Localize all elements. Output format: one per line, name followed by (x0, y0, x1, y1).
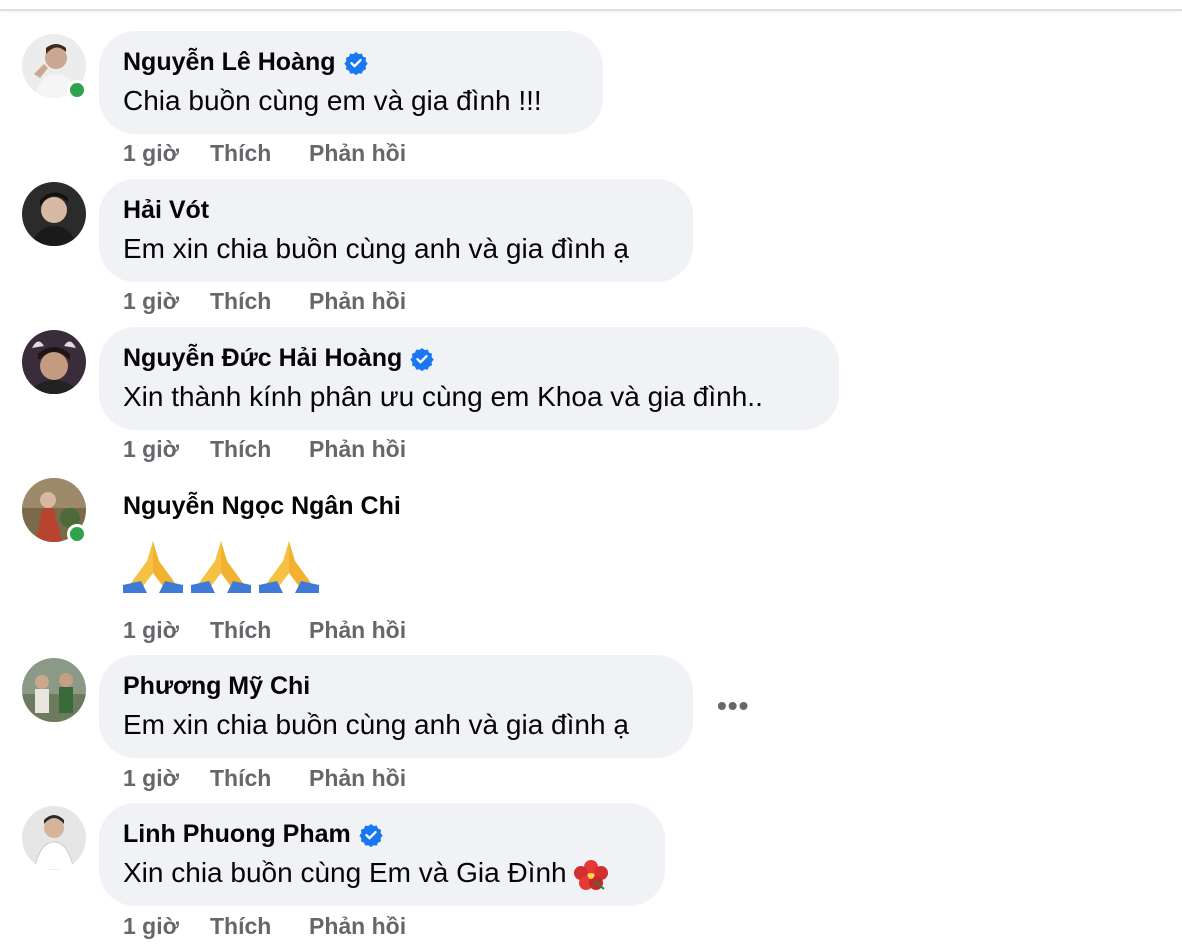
like-button[interactable]: Thích (210, 765, 271, 792)
comment-time[interactable]: 1 giờ (123, 617, 179, 644)
author-name[interactable]: Hải Vót (123, 196, 209, 225)
comment-bubble: Linh Phuong Pham Xin chia buồn cùng Em v… (99, 803, 665, 906)
comment-time[interactable]: 1 giờ (123, 140, 179, 167)
comment-text: Em xin chia buồn cùng anh và gia đình ạ (123, 233, 629, 264)
comment-bubble: Hải Vót Em xin chia buồn cùng anh và gia… (99, 179, 693, 282)
author-name[interactable]: Nguyễn Lê Hoàng (123, 48, 336, 77)
like-button[interactable]: Thích (210, 140, 271, 167)
reply-button[interactable]: Phản hồi (309, 765, 406, 792)
like-button[interactable]: Thích (210, 913, 271, 940)
avatar[interactable] (22, 658, 86, 722)
author-name[interactable]: Nguyễn Ngọc Ngân Chi (123, 492, 401, 521)
verified-badge-icon (410, 347, 434, 371)
comment-author[interactable]: Nguyễn Ngọc Ngân Chi (123, 492, 401, 521)
verified-badge-icon (343, 51, 368, 75)
like-button[interactable]: Thích (210, 617, 271, 644)
online-status-dot (67, 524, 87, 544)
comment-text: Chia buồn cùng em và gia đình !!! (123, 85, 542, 116)
avatar[interactable] (22, 330, 86, 394)
comment-time[interactable]: 1 giờ (123, 436, 179, 463)
author-name[interactable]: Phương Mỹ Chi (123, 672, 310, 701)
more-options-icon[interactable]: ••• (717, 690, 749, 722)
reply-button[interactable]: Phản hồi (309, 617, 406, 644)
avatar[interactable] (22, 806, 86, 870)
folded-hands-icon (259, 541, 319, 593)
reply-button[interactable]: Phản hồi (309, 140, 406, 167)
comment-emoji-row (123, 537, 319, 593)
like-button[interactable]: Thích (210, 288, 271, 315)
like-button[interactable]: Thích (210, 436, 271, 463)
folded-hands-icon (191, 541, 251, 593)
comment-bubble: Nguyễn Lê Hoàng Chia buồn cùng em và gia… (99, 31, 603, 134)
comment-author[interactable]: Linh Phuong Pham (123, 820, 383, 849)
folded-hands-icon (123, 541, 183, 593)
comment-text: Em xin chia buồn cùng anh và gia đình ạ (123, 709, 629, 740)
comment-time[interactable]: 1 giờ (123, 765, 179, 792)
reply-button[interactable]: Phản hồi (309, 288, 406, 315)
comment-time[interactable]: 1 giờ (123, 288, 179, 315)
author-name[interactable]: Nguyễn Đức Hải Hoàng (123, 344, 402, 373)
comment-text: Xin thành kính phân ưu cùng em Khoa và g… (123, 381, 763, 412)
comment-author[interactable]: Phương Mỹ Chi (123, 672, 310, 701)
top-divider (0, 0, 1182, 11)
comment-time[interactable]: 1 giờ (123, 913, 179, 940)
author-name[interactable]: Linh Phuong Pham (123, 820, 351, 849)
comment-bubble: Nguyễn Ngọc Ngân Chi (99, 475, 439, 605)
comment-text: Xin chia buồn cùng Em và Gia Đình (123, 857, 609, 891)
reply-button[interactable]: Phản hồi (309, 913, 406, 940)
reply-button[interactable]: Phản hồi (309, 436, 406, 463)
comment-author[interactable]: Nguyễn Đức Hải Hoàng (123, 344, 434, 373)
comment-bubble: Phương Mỹ Chi Em xin chia buồn cùng anh … (99, 655, 693, 758)
hibiscus-icon (574, 859, 609, 890)
verified-badge-icon (359, 823, 383, 847)
comment-author[interactable]: Hải Vót (123, 196, 209, 225)
comment-text-content: Xin chia buồn cùng Em và Gia Đình (123, 857, 567, 888)
comment-author[interactable]: Nguyễn Lê Hoàng (123, 48, 368, 77)
avatar[interactable] (22, 182, 86, 246)
comment-bubble: Nguyễn Đức Hải Hoàng Xin thành kính phân… (99, 327, 839, 430)
online-status-dot (67, 80, 87, 100)
